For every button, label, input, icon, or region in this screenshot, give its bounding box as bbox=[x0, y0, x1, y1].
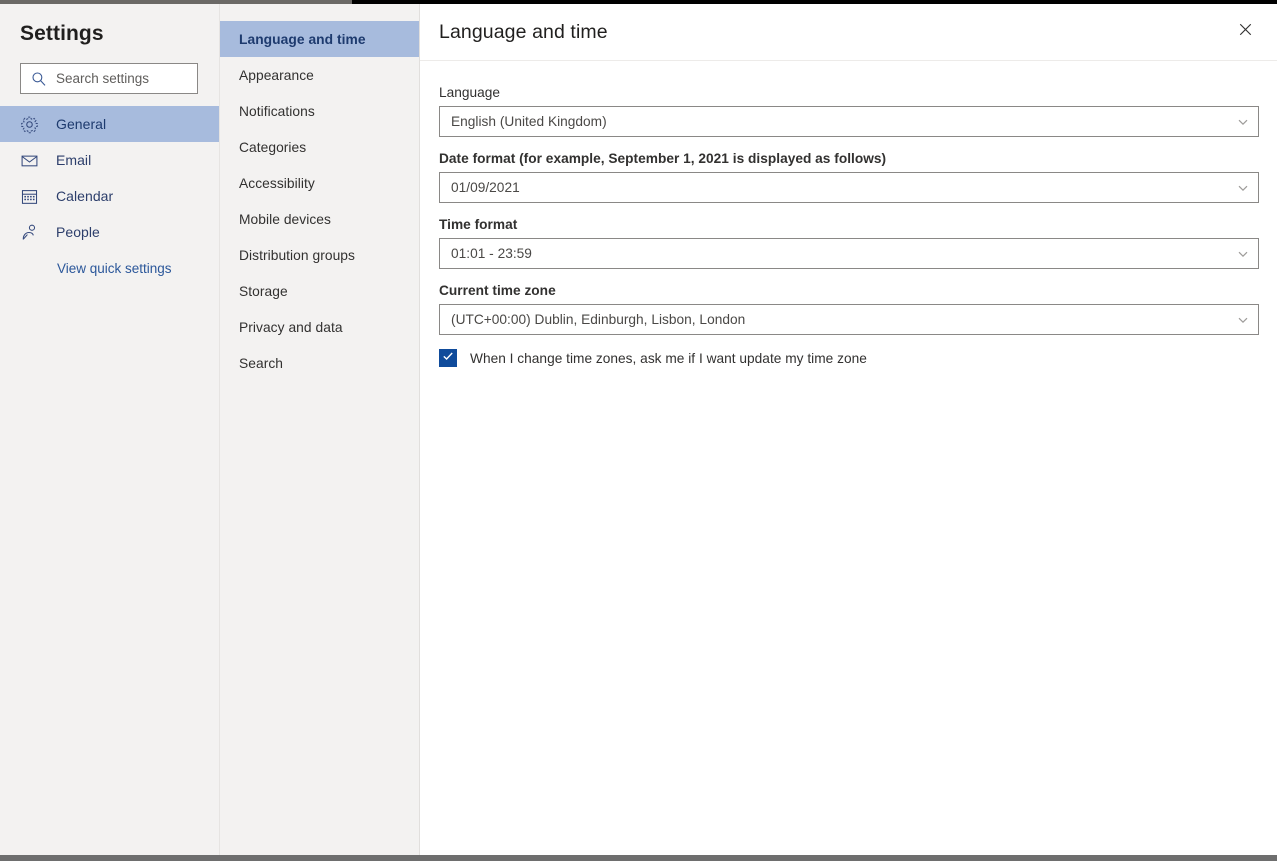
view-quick-settings-link[interactable]: View quick settings bbox=[57, 261, 172, 276]
chevron-down-icon bbox=[1236, 181, 1250, 195]
sidebar-item-label: Email bbox=[56, 152, 92, 168]
time-zone-select[interactable]: (UTC+00:00) Dublin, Edinburgh, Lisbon, L… bbox=[439, 304, 1259, 335]
category-item-language-and-time[interactable]: Language and time bbox=[220, 21, 419, 57]
sidebar-item-calendar[interactable]: Calendar bbox=[0, 178, 219, 214]
person-icon bbox=[20, 223, 39, 242]
date-format-select-value: 01/09/2021 bbox=[451, 180, 520, 195]
search-settings-box[interactable] bbox=[20, 63, 198, 94]
category-item-privacy-and-data[interactable]: Privacy and data bbox=[220, 309, 419, 345]
category-item-storage[interactable]: Storage bbox=[220, 273, 419, 309]
category-list: Language and time Appearance Notificatio… bbox=[220, 4, 420, 855]
page-title: Settings bbox=[20, 22, 104, 45]
timezone-prompt-label: When I change time zones, ask me if I wa… bbox=[470, 350, 867, 366]
gear-icon bbox=[20, 115, 39, 134]
language-label: Language bbox=[439, 85, 501, 100]
sidebar-item-label: People bbox=[56, 224, 100, 240]
window-chrome-bottom-bar bbox=[0, 855, 1277, 861]
category-item-categories[interactable]: Categories bbox=[220, 129, 419, 165]
sidebar-item-email[interactable]: Email bbox=[0, 142, 219, 178]
chevron-down-icon bbox=[1236, 115, 1250, 129]
content-header: Language and time bbox=[420, 4, 1277, 61]
category-item-notifications[interactable]: Notifications bbox=[220, 93, 419, 129]
language-select[interactable]: English (United Kingdom) bbox=[439, 106, 1259, 137]
category-item-accessibility[interactable]: Accessibility bbox=[220, 165, 419, 201]
date-format-select[interactable]: 01/09/2021 bbox=[439, 172, 1259, 203]
envelope-icon bbox=[20, 151, 39, 170]
date-format-label: Date format (for example, September 1, 2… bbox=[439, 151, 887, 166]
settings-sidebar: Settings Search settings General Email C… bbox=[0, 4, 220, 855]
time-zone-label: Current time zone bbox=[439, 283, 556, 298]
time-format-select-value: 01:01 - 23:59 bbox=[451, 246, 532, 261]
time-format-select[interactable]: 01:01 - 23:59 bbox=[439, 238, 1259, 269]
search-input[interactable] bbox=[56, 71, 186, 86]
category-item-search[interactable]: Search bbox=[220, 345, 419, 381]
settings-dialog: Settings Search settings General Email C… bbox=[0, 4, 1277, 855]
category-item-distribution-groups[interactable]: Distribution groups bbox=[220, 237, 419, 273]
sidebar-item-label: Calendar bbox=[56, 188, 114, 204]
category-item-appearance[interactable]: Appearance bbox=[220, 57, 419, 93]
content-title: Language and time bbox=[439, 20, 608, 43]
checkmark-icon bbox=[441, 349, 455, 368]
time-zone-select-value: (UTC+00:00) Dublin, Edinburgh, Lisbon, L… bbox=[451, 312, 746, 327]
time-format-label: Time format bbox=[439, 217, 518, 232]
chevron-down-icon bbox=[1236, 247, 1250, 261]
calendar-icon bbox=[20, 187, 39, 206]
sidebar-nav: General Email Calendar People bbox=[0, 106, 219, 250]
timezone-prompt-checkbox[interactable] bbox=[439, 349, 457, 367]
language-select-value: English (United Kingdom) bbox=[451, 114, 607, 129]
category-item-mobile-devices[interactable]: Mobile devices bbox=[220, 201, 419, 237]
language-and-time-form: Language English (United Kingdom) Date f… bbox=[420, 61, 1277, 367]
sidebar-item-general[interactable]: General bbox=[0, 106, 219, 142]
sidebar-item-label: General bbox=[56, 116, 107, 132]
sidebar-item-people[interactable]: People bbox=[0, 214, 219, 250]
settings-content-pane: Language and time Language English (Unit… bbox=[420, 4, 1277, 855]
timezone-prompt-row[interactable]: When I change time zones, ask me if I wa… bbox=[439, 349, 1259, 367]
chevron-down-icon bbox=[1236, 313, 1250, 327]
close-icon bbox=[1238, 22, 1253, 42]
close-button[interactable] bbox=[1231, 18, 1259, 46]
search-icon bbox=[31, 71, 47, 87]
